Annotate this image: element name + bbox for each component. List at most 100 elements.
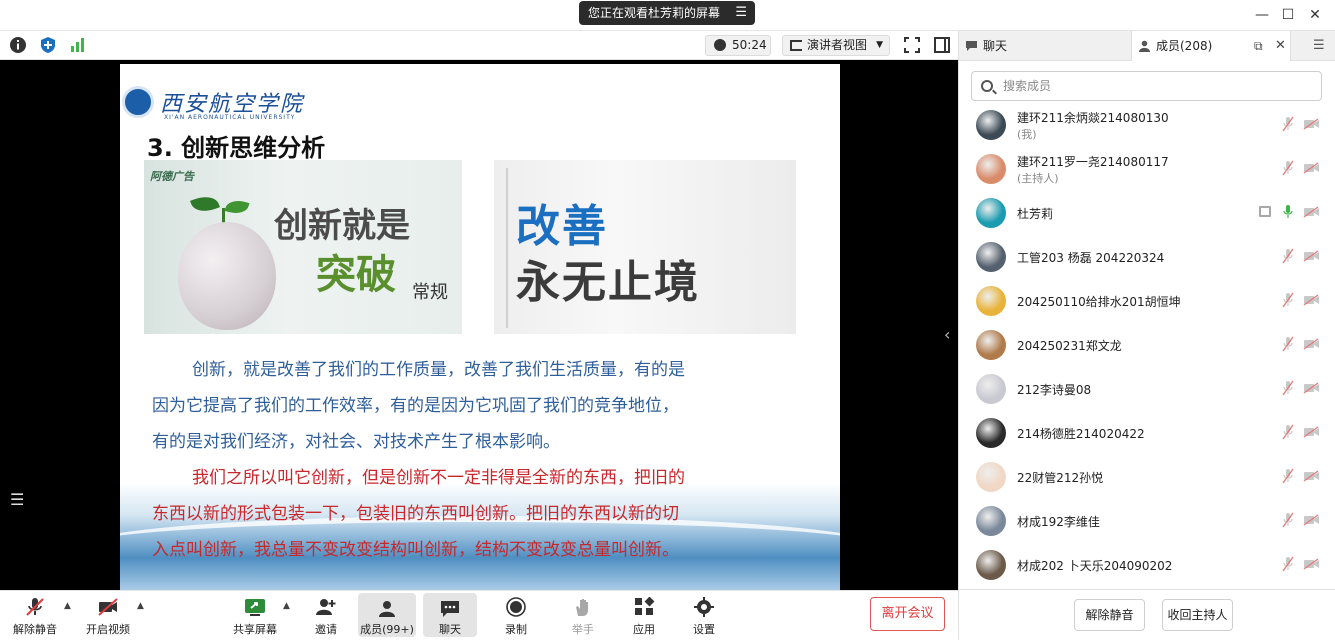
video-off-icon[interactable] [1303,338,1320,350]
mic-muted-icon[interactable] [1282,336,1294,352]
mic-muted-icon[interactable] [1282,160,1294,176]
view-mode-dropdown[interactable]: 演讲者视图 ▼ [782,35,890,56]
avatar [976,506,1006,536]
member-row[interactable]: 204250110给排水201胡恒坤 [959,279,1335,323]
record-button[interactable]: 录制 [492,591,540,640]
speaker-view-icon [790,40,802,51]
close-button[interactable]: ✕ [1303,4,1327,26]
image-text-line3: 常规 [412,282,448,303]
chevron-up-icon[interactable]: ▲ [64,601,71,611]
members-label: 成员(99+) [360,623,414,636]
member-row[interactable]: 工管203 杨磊 204220324 [959,235,1335,279]
panel-menu-icon[interactable]: ☰ [1313,31,1325,61]
members-button[interactable]: 成员(99+) [358,593,416,637]
mic-muted-icon[interactable] [1282,292,1294,308]
member-name: 204250110给排水201胡恒坤 [1017,295,1181,309]
improvement-image: 改善 永无止境 [494,160,796,334]
minimize-button[interactable]: — [1250,4,1274,26]
popout-icon[interactable]: ⧉ [1254,31,1263,61]
avatar [976,198,1006,228]
mic-muted-icon[interactable] [1282,556,1294,572]
video-off-icon[interactable] [1303,382,1320,394]
meeting-timer: 50:24 [705,35,771,56]
mic-muted-icon[interactable] [1282,116,1294,132]
maximize-button[interactable]: ☐ [1276,4,1300,26]
record-label: 录制 [505,623,527,636]
tab-chat[interactable]: 聊天 [959,31,1131,61]
mic-muted-icon[interactable] [1282,424,1294,440]
member-name: 材成192李维佳 [1017,515,1100,529]
mic-muted-icon[interactable] [1282,512,1294,528]
avatar [976,462,1006,492]
video-off-icon[interactable] [1303,162,1320,174]
apps-label: 应用 [633,623,655,636]
member-row[interactable]: 材成202 卜天乐204090202 [959,543,1335,587]
eggshell-graphic [178,222,276,330]
apps-button[interactable]: 应用 [620,591,668,640]
paragraph-red: 我们之所以叫它创新，但是创新不一定非得是全新的东西，把旧的 东西以新的形式包装一… [152,460,782,568]
member-row[interactable]: 214杨德胜214020422 [959,411,1335,455]
chevron-left-icon[interactable]: ‹ [944,325,950,344]
meeting-info-toolbar: 50:24 演讲者视图 ▼ [0,31,958,60]
member-name: 212李诗曼08 [1017,383,1092,397]
chat-button[interactable]: 聊天 [423,593,477,637]
unmute-all-button[interactable]: 解除静音 [1074,599,1145,631]
settings-button[interactable]: 设置 [680,591,728,640]
member-search-input[interactable]: 搜索成员 [971,71,1322,101]
innovation-image: 阿德广告 创新就是 突破 常规 [144,160,462,334]
screen-share-banner[interactable]: 您正在观看杜芳莉的屏幕 ☰ [579,1,755,25]
close-icon[interactable]: ✕ [1275,31,1286,61]
share-screen-button[interactable]: 共享屏幕 [226,591,284,640]
gear-icon [694,597,714,617]
mic-muted-icon [26,598,44,616]
list-menu-icon[interactable]: ☰ [10,490,24,509]
image-text-line1: 创新就是 [274,206,410,246]
member-row[interactable]: 204250231郑文龙 [959,323,1335,367]
mic-muted-icon[interactable] [1282,380,1294,396]
member-row[interactable]: 杜芳莉 [959,191,1335,235]
video-off-icon[interactable] [1303,426,1320,438]
signal-strength-icon[interactable] [69,36,87,54]
member-row[interactable]: 建环211余炳燚214080130 (我) [959,103,1335,147]
member-list: 建环211余炳燚214080130 (我) 建环211罗一尧214080117 (主持… [959,103,1335,589]
video-off-icon[interactable] [1303,206,1320,218]
leave-meeting-button[interactable]: 离开会议 [870,597,945,631]
video-off-icon[interactable] [1303,250,1320,262]
start-video-label: 开启视频 [86,623,130,636]
chevron-up-icon[interactable]: ▲ [283,601,290,611]
raise-hand-label: 举手 [572,623,594,636]
chevron-up-icon[interactable]: ▲ [137,601,144,611]
mic-muted-icon[interactable] [1282,468,1294,484]
sidebar-toggle-icon[interactable] [933,36,951,54]
video-off-icon[interactable] [1303,294,1320,306]
member-name: 204250231郑文龙 [1017,339,1122,353]
start-video-button[interactable]: 开启视频 [80,591,136,640]
mic-active-icon[interactable] [1282,204,1294,220]
menu-icon[interactable]: ☰ [735,1,747,25]
members-panel: 聊天 成员(208) ⧉ ✕ ☰ 搜索成员 建环211余炳燚214080130 (… [958,31,1335,640]
tab-members[interactable]: 成员(208) ⧉ ✕ [1131,31,1291,61]
unmute-button[interactable]: 解除静音 [6,591,64,640]
panel-tabs: 聊天 成员(208) ⧉ ✕ ☰ [959,31,1335,61]
avatar [976,330,1006,360]
member-row[interactable]: 212李诗曼08 [959,367,1335,411]
image-text-improve: 改善 [516,201,608,252]
tab-chat-label: 聊天 [983,39,1008,53]
video-off-icon[interactable] [1303,514,1320,526]
video-off-icon[interactable] [1303,118,1320,130]
university-emblem [122,86,154,118]
reclaim-host-button[interactable]: 收回主持人 [1162,599,1233,631]
video-off-icon[interactable] [1303,470,1320,482]
video-off-icon[interactable] [1303,558,1320,570]
member-row[interactable]: 建环211罗一尧214080117 (主持人) [959,147,1335,191]
invite-button[interactable]: 邀请 [302,591,350,640]
raise-hand-button[interactable]: 举手 [559,591,607,640]
avatar [976,418,1006,448]
info-icon[interactable] [9,36,27,54]
mic-muted-icon[interactable] [1282,248,1294,264]
member-row[interactable]: 22财管212孙悦 [959,455,1335,499]
apps-grid-icon [635,597,655,615]
member-row[interactable]: 材成192李维佳 [959,499,1335,543]
security-shield-icon[interactable] [39,36,57,54]
fullscreen-icon[interactable] [903,36,921,54]
